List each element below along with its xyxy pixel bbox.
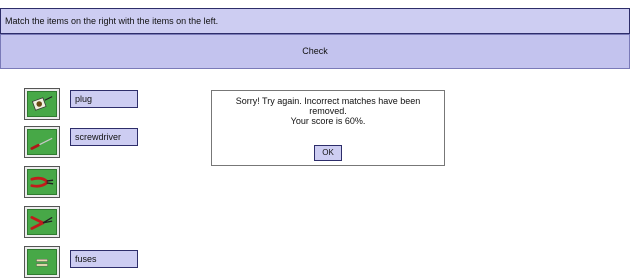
instruction-text: Match the items on the right with the it… [5, 16, 219, 26]
check-button[interactable]: Check [0, 34, 630, 69]
plug-icon [31, 96, 53, 111]
match-label-screwdriver[interactable]: screwdriver [70, 128, 138, 146]
fuse-icon [36, 259, 48, 267]
ok-button[interactable]: OK [314, 145, 342, 161]
dialog-score-text: Your score is 60%. [290, 116, 366, 126]
instruction-bar: Match the items on the right with the it… [0, 8, 630, 34]
image-tile-wire-cutters[interactable] [24, 206, 60, 238]
wire-cutters-icon [30, 216, 53, 230]
matching-exercise-page: Match the items on the right with the it… [0, 0, 630, 280]
match-label-fuses[interactable]: fuses [70, 250, 138, 268]
screwdriver-icon [30, 137, 53, 150]
result-dialog: Sorry! Try again. Incorrect matches have… [211, 90, 445, 166]
image-tile-plug[interactable] [24, 88, 60, 120]
dialog-message-line-1: Sorry! Try again. Incorrect matches have… [235, 96, 421, 106]
dialog-message-line-2: removed. [309, 106, 347, 116]
match-label-plug[interactable]: plug [70, 90, 138, 108]
image-tile-pliers[interactable] [24, 166, 60, 198]
pliers-icon [30, 176, 54, 188]
image-tile-fuses[interactable] [24, 246, 60, 278]
image-tile-screwdriver[interactable] [24, 126, 60, 158]
